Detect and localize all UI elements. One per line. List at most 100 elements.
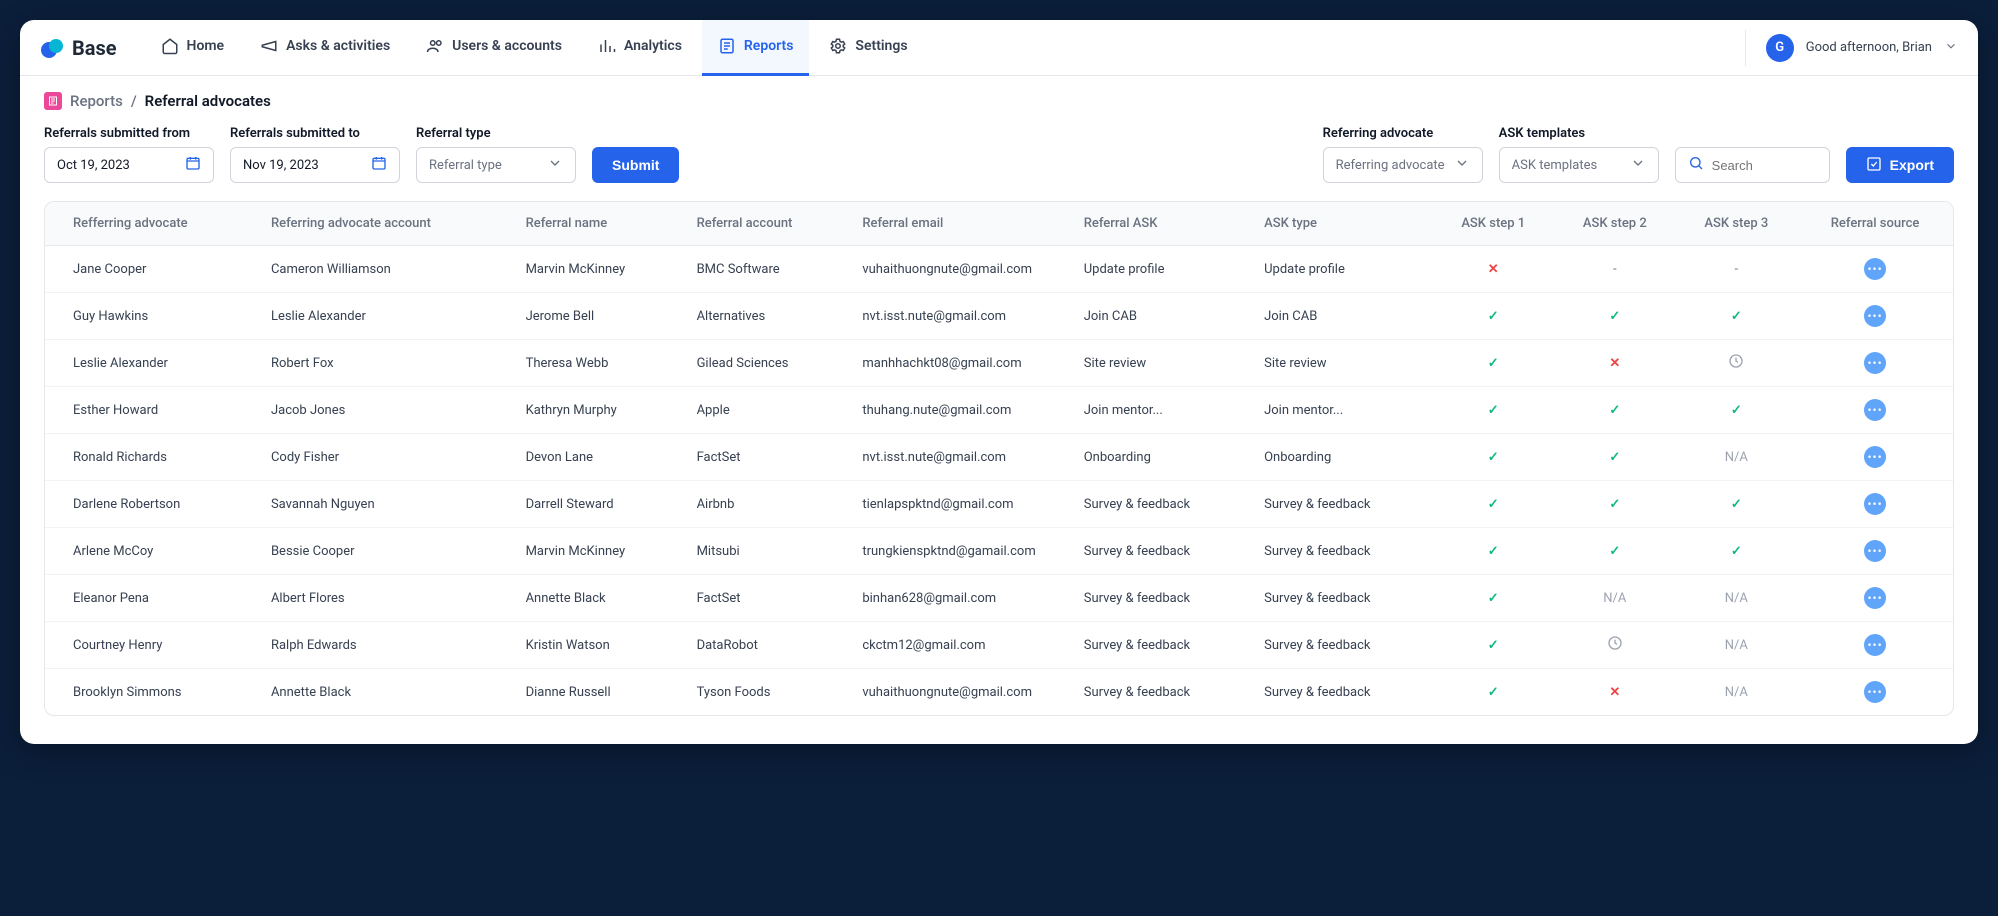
- check-icon: ✓: [1488, 403, 1499, 418]
- col-raccount[interactable]: Referral account: [685, 202, 851, 246]
- type-select[interactable]: Referral type: [416, 147, 576, 183]
- cell-name: Darrell Steward: [514, 481, 685, 528]
- topbar: Base Home Asks & activities Users & acco…: [20, 20, 1978, 76]
- col-ask[interactable]: Referral ASK: [1072, 202, 1252, 246]
- cell-name: Theresa Webb: [514, 340, 685, 387]
- nav-home[interactable]: Home: [145, 20, 241, 76]
- col-email[interactable]: Referral email: [850, 202, 1071, 246]
- row-actions-button[interactable]: •••: [1864, 681, 1886, 703]
- cell-raccount: Tyson Foods: [685, 669, 851, 716]
- cell-email: ckctm12@gmail.com: [850, 622, 1071, 669]
- col-name[interactable]: Referral name: [514, 202, 685, 246]
- row-actions-button[interactable]: •••: [1864, 258, 1886, 280]
- row-actions-button[interactable]: •••: [1864, 493, 1886, 515]
- export-label: Export: [1890, 157, 1934, 173]
- clock-icon: [1607, 640, 1623, 655]
- row-actions-button[interactable]: •••: [1864, 352, 1886, 374]
- col-step2[interactable]: ASK step 2: [1554, 202, 1676, 246]
- chevron-down-icon: [1630, 155, 1646, 175]
- cell-type: Site review: [1252, 340, 1432, 387]
- nav-asks-label: Asks & activities: [286, 38, 390, 54]
- cell-source: •••: [1797, 434, 1953, 481]
- filter-bar: Referrals submitted from Oct 19, 2023 Re…: [44, 126, 1954, 183]
- cell-type: Onboarding: [1252, 434, 1432, 481]
- cell-account: Robert Fox: [259, 340, 514, 387]
- cell-advocate: Jane Cooper: [45, 246, 259, 293]
- cell-step3: [1676, 340, 1798, 387]
- row-actions-button[interactable]: •••: [1864, 587, 1886, 609]
- cell-advocate: Leslie Alexander: [45, 340, 259, 387]
- cell-name: Devon Lane: [514, 434, 685, 481]
- nav-settings[interactable]: Settings: [813, 20, 923, 76]
- to-date-input[interactable]: Nov 19, 2023: [230, 147, 400, 183]
- field-advocate: Referring advocate Referring advocate: [1323, 126, 1483, 183]
- cell-ask: Onboarding: [1072, 434, 1252, 481]
- field-search: .: [1675, 126, 1830, 183]
- table-row: Eleanor PenaAlbert FloresAnnette BlackFa…: [45, 575, 1953, 622]
- nav-analytics[interactable]: Analytics: [582, 20, 698, 76]
- from-label: Referrals submitted from: [44, 126, 214, 141]
- breadcrumb: Reports / Referral advocates: [44, 92, 1954, 110]
- cell-step1: ✓: [1432, 528, 1554, 575]
- col-type[interactable]: ASK type: [1252, 202, 1432, 246]
- export-button[interactable]: Export: [1846, 147, 1954, 183]
- check-icon: ✓: [1731, 544, 1742, 559]
- nav-asks[interactable]: Asks & activities: [244, 20, 406, 76]
- cell-step1: ✓: [1432, 434, 1554, 481]
- cell-name: Jerome Bell: [514, 293, 685, 340]
- cell-step1: ✓: [1432, 340, 1554, 387]
- table-row: Guy HawkinsLeslie AlexanderJerome BellAl…: [45, 293, 1953, 340]
- submit-button[interactable]: Submit: [592, 147, 679, 183]
- cell-advocate: Ronald Richards: [45, 434, 259, 481]
- cell-email: binhan628@gmail.com: [850, 575, 1071, 622]
- advocate-placeholder: Referring advocate: [1336, 158, 1445, 173]
- content: Reports / Referral advocates Referrals s…: [20, 76, 1978, 744]
- col-step3[interactable]: ASK step 3: [1676, 202, 1798, 246]
- col-account[interactable]: Referring advocate account: [259, 202, 514, 246]
- nav-users[interactable]: Users & accounts: [410, 20, 578, 76]
- check-icon: ✓: [1609, 450, 1620, 465]
- cell-step2: ✕: [1554, 669, 1676, 716]
- cell-step1: ✓: [1432, 575, 1554, 622]
- status-dash: -: [1613, 262, 1617, 277]
- row-actions-button[interactable]: •••: [1864, 634, 1886, 656]
- col-advocate[interactable]: Refferring advocate: [45, 202, 259, 246]
- from-date-input[interactable]: Oct 19, 2023: [44, 147, 214, 183]
- calendar-icon: [371, 155, 387, 175]
- field-templates: ASK templates ASK templates: [1499, 126, 1659, 183]
- cell-step2: ✓: [1554, 293, 1676, 340]
- check-icon: ✓: [1488, 450, 1499, 465]
- cell-account: Savannah Nguyen: [259, 481, 514, 528]
- advocate-select[interactable]: Referring advocate: [1323, 147, 1483, 183]
- cell-source: •••: [1797, 481, 1953, 528]
- row-actions-button[interactable]: •••: [1864, 540, 1886, 562]
- submit-label: Submit: [612, 157, 659, 173]
- chevron-down-icon: [547, 155, 563, 175]
- cell-email: nvt.isst.nute@gmail.com: [850, 434, 1071, 481]
- row-actions-button[interactable]: •••: [1864, 305, 1886, 327]
- cell-ask: Survey & feedback: [1072, 669, 1252, 716]
- check-icon: ✓: [1488, 591, 1499, 606]
- to-label: Referrals submitted to: [230, 126, 400, 141]
- to-date-value: Nov 19, 2023: [243, 158, 319, 173]
- search-input[interactable]: [1712, 158, 1817, 173]
- cell-account: Cameron Williamson: [259, 246, 514, 293]
- cell-advocate: Darlene Robertson: [45, 481, 259, 528]
- cell-ask: Site review: [1072, 340, 1252, 387]
- templates-label: ASK templates: [1499, 126, 1659, 141]
- referrals-table: Refferring advocate Referring advocate a…: [45, 202, 1953, 715]
- breadcrumb-parent[interactable]: Reports: [70, 92, 123, 110]
- nav-reports[interactable]: Reports: [702, 20, 810, 76]
- templates-select[interactable]: ASK templates: [1499, 147, 1659, 183]
- cell-ask: Survey & feedback: [1072, 575, 1252, 622]
- cross-icon: ✕: [1488, 262, 1499, 277]
- row-actions-button[interactable]: •••: [1864, 399, 1886, 421]
- cell-raccount: BMC Software: [685, 246, 851, 293]
- chevron-down-icon: [1454, 155, 1470, 175]
- check-icon: ✓: [1731, 309, 1742, 324]
- row-actions-button[interactable]: •••: [1864, 446, 1886, 468]
- col-source[interactable]: Referral source: [1797, 202, 1953, 246]
- user-area[interactable]: G Good afternoon, Brian: [1745, 30, 1958, 66]
- col-step1[interactable]: ASK step 1: [1432, 202, 1554, 246]
- cell-ask: Survey & feedback: [1072, 481, 1252, 528]
